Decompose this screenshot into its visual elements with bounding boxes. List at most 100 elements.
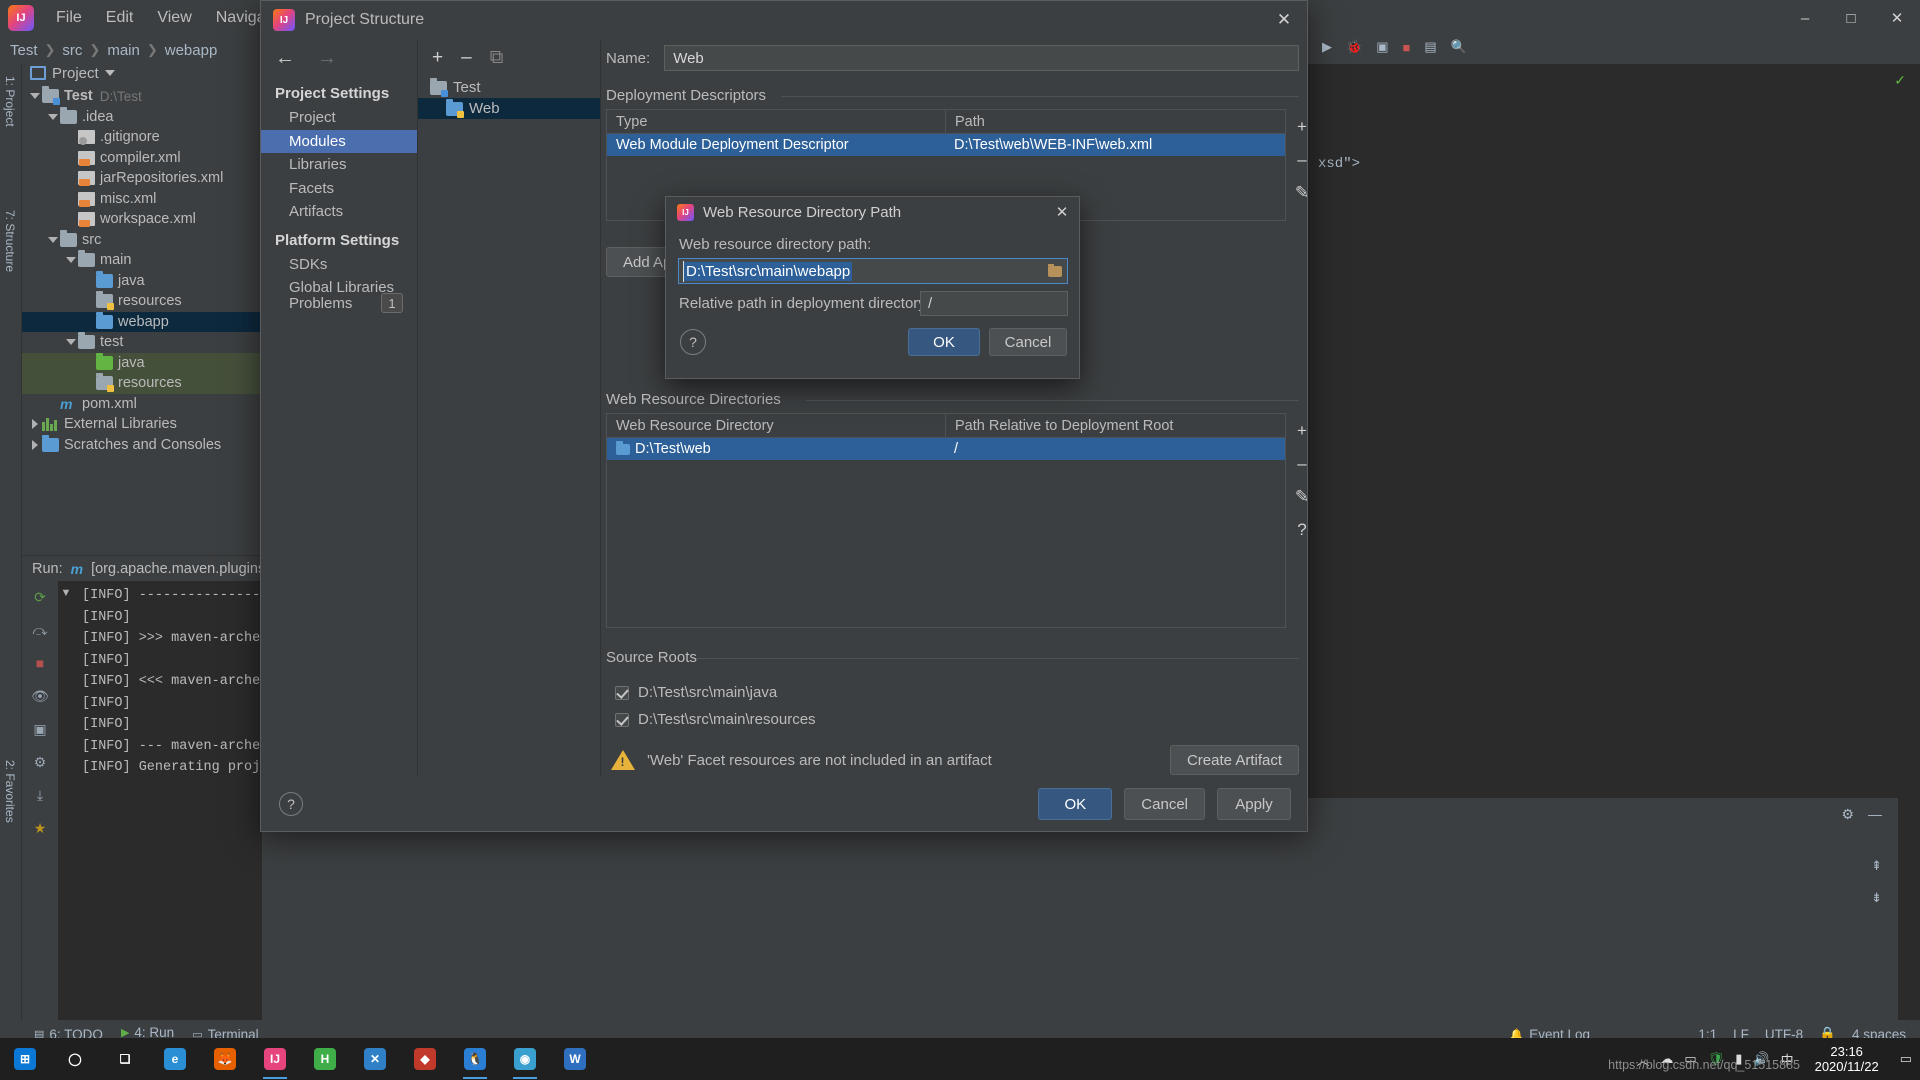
run-expand-toggle[interactable]: ▼ — [58, 581, 74, 1048]
source-root-item[interactable]: D:\Test\src\main\resources — [615, 706, 816, 733]
chevron-right-icon[interactable] — [28, 419, 42, 429]
checkbox-icon[interactable] — [615, 713, 629, 727]
relative-path-input[interactable]: / — [920, 291, 1068, 316]
firefox-icon[interactable]: 🦊 — [200, 1038, 250, 1080]
favorites-icon[interactable]: ★ — [30, 818, 50, 838]
chevron-down-icon[interactable] — [64, 339, 78, 345]
menu-file[interactable]: File — [44, 6, 94, 30]
add-web-resource-button[interactable]: + — [1297, 421, 1307, 441]
taskbar-clock[interactable]: 23:16 2020/11/22 — [1805, 1044, 1889, 1074]
tree-item-gitignore[interactable]: .gitignore — [22, 127, 261, 148]
checkbox-icon[interactable] — [615, 686, 629, 700]
chevron-right-icon[interactable] — [28, 440, 42, 450]
sidebar-item-libraries[interactable]: Libraries — [261, 153, 417, 177]
rerun-icon[interactable]: ⟳ — [30, 587, 50, 607]
cancel-button[interactable]: Cancel — [1124, 788, 1205, 820]
inspection-ok-icon[interactable]: ✓ — [1894, 72, 1906, 89]
breadcrumb-item-webapp[interactable]: webapp — [165, 42, 218, 59]
debug-icon[interactable]: 🐞 — [1346, 39, 1362, 55]
sidebar-item-project[interactable]: Project — [261, 106, 417, 130]
tree-item-main[interactable]: main — [22, 250, 261, 271]
tree-item-test[interactable]: test — [22, 332, 261, 353]
ok-button[interactable]: OK — [908, 328, 980, 356]
camera-icon[interactable]: ▣ — [30, 719, 50, 739]
tree-item-compiler-xml[interactable]: compiler.xml — [22, 148, 261, 169]
name-input[interactable]: Web — [664, 45, 1299, 71]
wps-writer-icon[interactable]: W — [550, 1038, 600, 1080]
tool-tab-structure[interactable]: 7: Structure — [0, 204, 21, 278]
pin-icon[interactable]: ⤓ — [30, 785, 50, 805]
add-descriptor-button[interactable]: + — [1297, 117, 1307, 137]
rerun-failed-icon[interactable]: ⤼ — [30, 620, 50, 640]
hide-icon[interactable]: — — [1868, 806, 1882, 822]
source-root-item[interactable]: D:\Test\src\main\java — [615, 679, 816, 706]
intellij-idea-icon[interactable]: IJ — [250, 1038, 300, 1080]
task-view-button[interactable]: ❏ — [100, 1038, 150, 1080]
table-row[interactable]: D:\Test\web / — [607, 438, 1285, 460]
create-artifact-button[interactable]: Create Artifact — [1170, 745, 1299, 775]
column-header-path-relative[interactable]: Path Relative to Deployment Root — [945, 414, 1285, 437]
sidebar-item-artifacts[interactable]: Artifacts — [261, 200, 417, 224]
stop-icon[interactable]: ■ — [1402, 40, 1410, 55]
tree-item-src[interactable]: src — [22, 230, 261, 251]
chevron-down-icon[interactable] — [28, 93, 42, 99]
help-web-resource-button[interactable]: ? — [1297, 520, 1306, 540]
sidebar-item-facets[interactable]: Facets — [261, 177, 417, 201]
run-config-name[interactable]: [org.apache.maven.plugins: — [91, 561, 262, 577]
tree-item-pom-xml[interactable]: mpom.xml — [22, 394, 261, 415]
tree-item-misc-xml[interactable]: misc.xml — [22, 189, 261, 210]
table-row[interactable]: Web Module Deployment Descriptor D:\Test… — [607, 134, 1285, 156]
sidebar-item-sdks[interactable]: SDKs — [261, 253, 417, 277]
tree-item-webapp[interactable]: webapp — [22, 312, 261, 333]
sidebar-item-modules[interactable]: Modules — [261, 130, 417, 154]
menu-view[interactable]: View — [145, 6, 203, 30]
stop-icon[interactable]: ■ — [30, 653, 50, 673]
cancel-button[interactable]: Cancel — [989, 328, 1067, 356]
column-header-web-resource-directory[interactable]: Web Resource Directory — [607, 414, 945, 437]
modules-tree-item-web[interactable]: Web — [418, 98, 600, 119]
tree-item-idea[interactable]: .idea — [22, 107, 261, 128]
tree-item-java[interactable]: java — [22, 353, 261, 374]
close-icon[interactable]: ✕ — [1261, 1, 1307, 39]
forward-arrow-icon[interactable]: → — [317, 47, 337, 70]
tool-tab-project[interactable]: 1: Project — [0, 70, 21, 133]
ok-button[interactable]: OK — [1038, 788, 1112, 820]
hbuilder-icon[interactable]: H — [300, 1038, 350, 1080]
qq-icon[interactable]: 🐧 — [450, 1038, 500, 1080]
browser-icon[interactable]: ◉ — [500, 1038, 550, 1080]
sidebar-item-problems[interactable]: Problems 1 — [261, 291, 417, 315]
settings-icon[interactable]: ⚙ — [1841, 806, 1854, 823]
browse-folder-button[interactable] — [1043, 259, 1067, 283]
add-module-button[interactable]: + — [432, 47, 443, 69]
start-button[interactable]: ⊞ — [0, 1038, 50, 1080]
tree-item-jarrepositories-xml[interactable]: jarRepositories.xml — [22, 168, 261, 189]
web-resource-directories-table[interactable]: Web Resource Directory Path Relative to … — [606, 413, 1286, 628]
remove-module-button[interactable]: – — [461, 47, 472, 69]
remove-descriptor-button[interactable]: – — [1297, 150, 1306, 170]
close-icon[interactable]: ✕ — [1045, 197, 1079, 227]
modules-tree[interactable]: Test Web — [418, 77, 600, 119]
eye-icon[interactable]: 👁 — [30, 686, 50, 706]
chevron-down-icon[interactable] — [46, 237, 60, 243]
web-resource-path-input[interactable]: D:\Test\src\main\webapp — [678, 258, 1068, 284]
tree-item-resources[interactable]: resources — [22, 373, 261, 394]
coverage-icon[interactable]: ▣ — [1376, 39, 1388, 55]
column-header-type[interactable]: Type — [607, 110, 945, 133]
edit-descriptor-button[interactable]: ✎ — [1295, 183, 1309, 203]
project-panel-header[interactable]: Project — [22, 60, 261, 86]
back-arrow-icon[interactable]: ← — [275, 47, 295, 70]
settings-icon[interactable]: ⚙ — [30, 752, 50, 772]
vscode-icon[interactable]: ✕ — [350, 1038, 400, 1080]
navicat-icon[interactable]: ◆ — [400, 1038, 450, 1080]
remove-web-resource-button[interactable]: – — [1297, 454, 1306, 474]
breadcrumb-item-test[interactable]: Test — [10, 42, 38, 59]
tree-item-test[interactable]: TestD:\Test — [22, 86, 261, 107]
scroll-up-icon[interactable]: ⇞ — [1871, 858, 1882, 874]
apply-button[interactable]: Apply — [1217, 788, 1291, 820]
help-icon[interactable]: ? — [680, 329, 706, 355]
tree-item-external-libraries[interactable]: External Libraries — [22, 414, 261, 435]
copy-module-button[interactable]: ⧉ — [490, 47, 504, 69]
edge-icon[interactable]: e — [150, 1038, 200, 1080]
tree-item-scratches-and-consoles[interactable]: Scratches and Consoles — [22, 435, 261, 456]
chevron-down-icon[interactable] — [46, 114, 60, 120]
